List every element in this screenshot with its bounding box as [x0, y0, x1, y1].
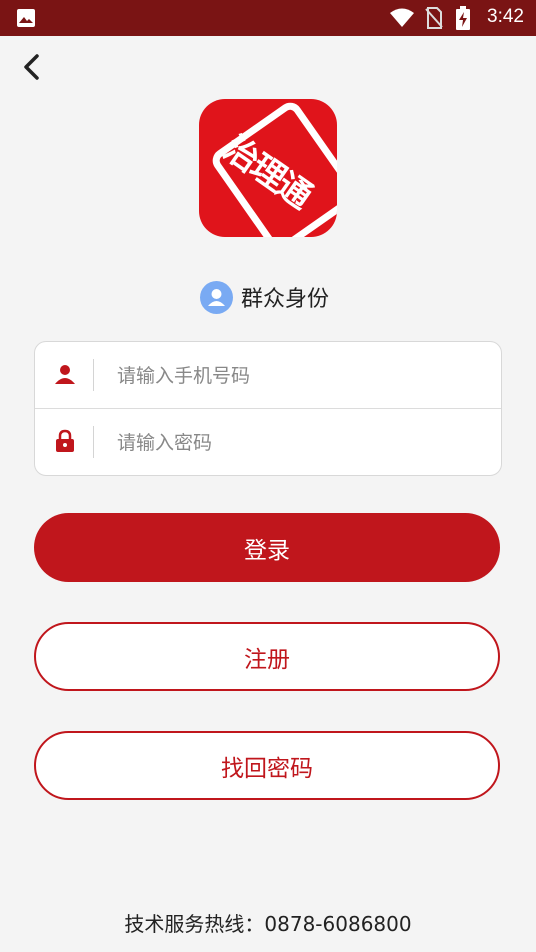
battery-charging-icon — [456, 6, 470, 30]
lock-icon — [56, 429, 74, 452]
identity-selector[interactable]: 群众身份 — [200, 280, 329, 314]
status-bar: 3:42 — [0, 0, 536, 36]
gallery-icon — [17, 9, 35, 27]
phone-input[interactable] — [115, 354, 479, 398]
user-icon — [55, 365, 75, 384]
support-hotline: 技术服务热线：0878-6086800 — [124, 912, 412, 936]
password-row — [35, 409, 501, 475]
password-input[interactable] — [115, 421, 479, 465]
no-sim-icon — [425, 7, 443, 29]
identity-label: 群众身份 — [241, 287, 330, 312]
login-button[interactable]: 登录 — [34, 513, 500, 582]
app-logo: 治理通 — [199, 99, 337, 237]
user-avatar-icon — [200, 280, 233, 314]
forgot-password-button[interactable]: 找回密码 — [34, 731, 500, 800]
register-button[interactable]: 注册 — [34, 622, 500, 691]
status-time: 3:42 — [487, 6, 524, 27]
wifi-icon — [390, 8, 414, 27]
back-arrow-icon[interactable] — [18, 52, 48, 82]
divider — [93, 359, 94, 391]
login-form — [34, 341, 502, 476]
phone-row — [35, 342, 501, 409]
divider — [93, 426, 94, 458]
